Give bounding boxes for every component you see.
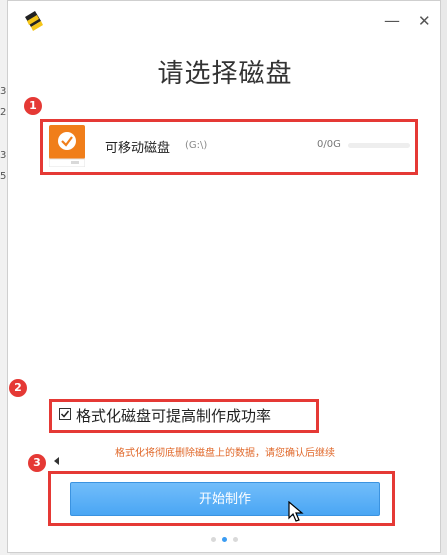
app-logo-icon — [25, 11, 43, 31]
annotation-badge-3: 3 — [28, 454, 46, 472]
background-digit: 5 — [0, 171, 7, 182]
page-dot-active[interactable] — [222, 537, 227, 542]
disk-name: 可移动磁盘 — [105, 141, 171, 156]
disk-select-dialog: — ✕ 请选择磁盘 1 可移动磁盘 (G:\) 0/0G 2 格式化磁盘可提高制… — [7, 0, 441, 553]
page-dot[interactable] — [233, 537, 238, 542]
background-digit: 3 — [0, 86, 7, 97]
close-button[interactable]: ✕ — [418, 13, 431, 29]
page-dot[interactable] — [211, 537, 216, 542]
mouse-cursor-icon — [288, 501, 304, 522]
format-warning-text: 格式化将彻底删除磁盘上的数据，请您确认后继续 — [115, 448, 335, 459]
page-title: 请选择磁盘 — [157, 59, 293, 89]
annotation-badge-1: 1 — [24, 97, 42, 115]
start-button[interactable]: 开始制作 — [70, 482, 380, 516]
back-arrow-icon[interactable] — [54, 457, 59, 465]
format-checkbox[interactable] — [59, 408, 71, 420]
disk-usage-bar — [348, 143, 410, 148]
usb-drive-checked-icon — [49, 125, 85, 167]
format-option[interactable]: 格式化磁盘可提高制作成功率 — [54, 403, 324, 429]
checkmark-icon — [60, 410, 70, 418]
minimize-button[interactable]: — — [384, 13, 400, 29]
disk-size: 0/0G — [317, 139, 341, 150]
annotation-badge-2: 2 — [9, 379, 27, 397]
format-label: 格式化磁盘可提高制作成功率 — [76, 407, 272, 425]
background-digit: 2 — [0, 107, 7, 118]
disk-path: (G:\) — [185, 140, 208, 151]
disk-list-item[interactable]: 可移动磁盘 (G:\) 0/0G — [43, 121, 417, 173]
background-digit: 3 — [0, 150, 7, 161]
